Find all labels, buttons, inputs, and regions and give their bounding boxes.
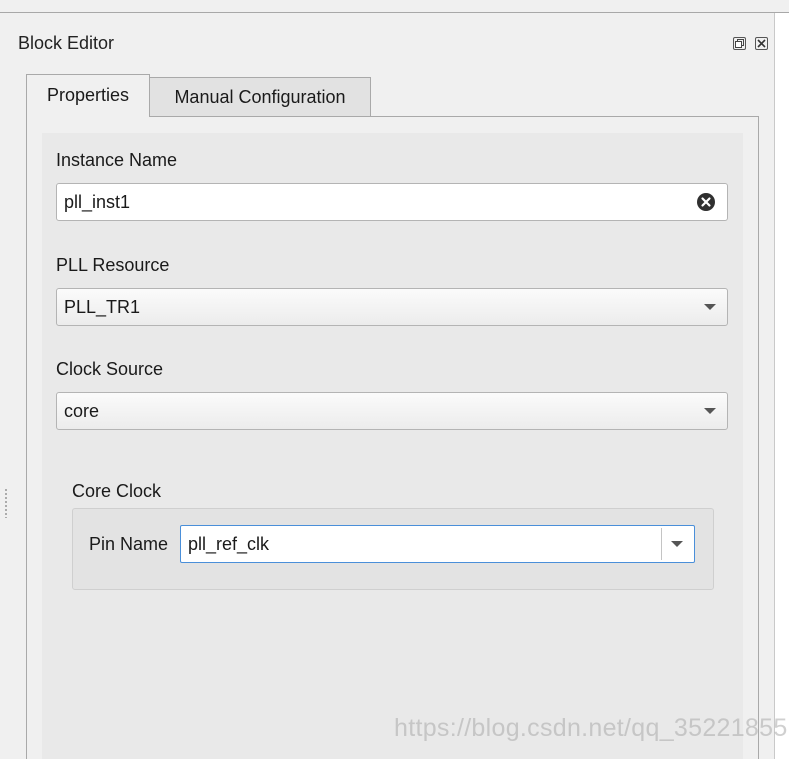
float-window-icon [735,39,744,48]
pll-resource-select[interactable]: PLL_TR1 [56,288,728,326]
watermark: https://blog.csdn.net/qq_35221855 [394,714,788,742]
instance-name-input[interactable]: pll_inst1 [56,183,728,221]
chevron-down-icon [704,304,716,310]
pin-name-label: Pin Name [89,534,169,554]
tab-properties-label: Properties [46,84,130,105]
tab-manual-configuration-label: Manual Configuration [174,86,346,107]
right-dock-edge-line [774,13,775,759]
chevron-down-icon [704,408,716,414]
clear-circle-x-icon[interactable] [696,192,716,212]
instance-name-value: pll_inst1 [64,191,131,212]
chevron-down-icon[interactable] [671,541,683,547]
clock-source-value: core [64,400,100,421]
pin-name-combobox[interactable]: pll_ref_clk [180,525,695,563]
core-clock-group-label: Core Clock [72,481,162,501]
instance-name-label: Instance Name [56,150,178,170]
properties-content [42,133,743,759]
clock-source-select[interactable]: core [56,392,728,430]
close-panel-button[interactable] [755,37,768,50]
pll-resource-value: PLL_TR1 [64,296,141,317]
top-divider [0,12,789,13]
panel-title: Block Editor [18,33,115,53]
clock-source-label: Clock Source [56,359,164,379]
combo-divider [661,528,662,560]
float-window-button[interactable] [733,37,746,50]
right-dock-edge [774,13,789,759]
pin-name-value: pll_ref_clk [188,533,270,554]
tab-properties[interactable]: Properties [26,74,150,117]
close-icon [757,39,766,48]
tab-manual-configuration[interactable]: Manual Configuration [149,77,371,116]
pll-resource-label: PLL Resource [56,255,170,275]
splitter-grip[interactable] [5,488,7,518]
